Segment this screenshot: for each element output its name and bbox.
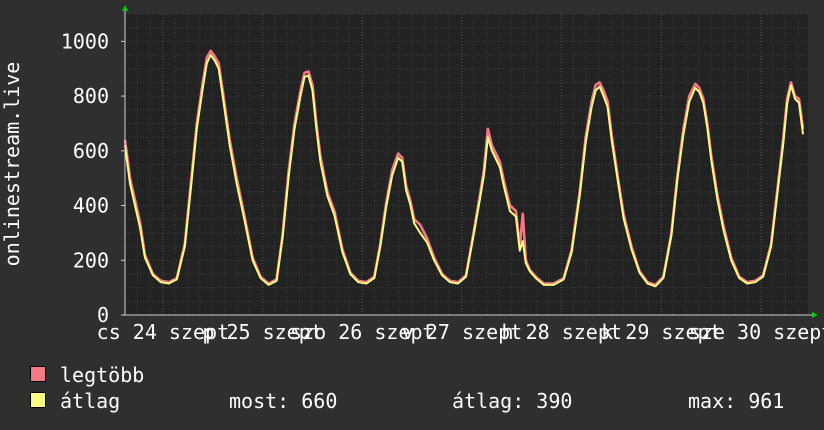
y-tick-label: 400 xyxy=(73,194,109,218)
stat-average: átlag: 390 xyxy=(452,389,573,413)
legend-label-max: legtöbb xyxy=(60,363,145,387)
y-tick-label: 600 xyxy=(73,139,109,163)
stat-now: most: 660 xyxy=(229,389,338,413)
x-axis-arrow-icon xyxy=(812,312,818,318)
legend-swatch-avg xyxy=(30,392,46,408)
y-axis-label: onlinestream.live xyxy=(0,62,24,267)
y-tick-label: 1000 xyxy=(61,29,109,53)
legend-swatch-max xyxy=(30,366,46,382)
y-tick-label: 200 xyxy=(73,248,109,272)
y-axis-arrow-icon xyxy=(122,5,128,11)
stat-max: max: 961 xyxy=(688,389,785,413)
x-tick-label: sze 30 szept xyxy=(689,320,824,344)
y-tick-label: 800 xyxy=(73,84,109,108)
legend-label-avg: átlag xyxy=(60,389,121,413)
